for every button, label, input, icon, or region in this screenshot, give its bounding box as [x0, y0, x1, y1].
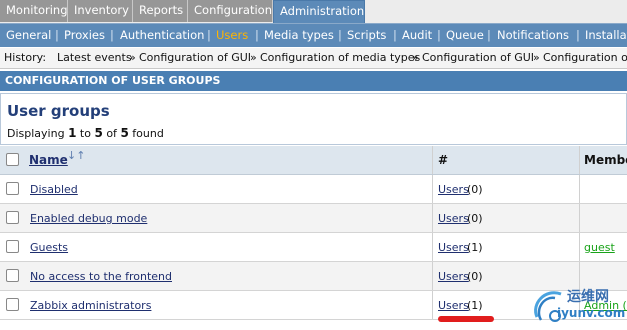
- users-link[interactable]: Users: [438, 299, 469, 312]
- table-row: Guests Users (1) guest: [0, 233, 627, 262]
- submenu-notifications[interactable]: Notifications: [497, 24, 569, 46]
- column-divider: [432, 233, 433, 261]
- watermark-logo: 运维网 iyunv.com: [527, 282, 627, 327]
- submenu-separator: |: [576, 28, 580, 42]
- column-divider: [432, 146, 433, 174]
- column-divider: [432, 291, 433, 319]
- submenu-separator: |: [255, 28, 259, 42]
- submenu-separator: |: [437, 28, 441, 42]
- tab-administration[interactable]: Administration: [273, 0, 365, 23]
- sort-arrows-icon[interactable]: ↓↑: [67, 149, 85, 162]
- submenu-separator: |: [393, 28, 397, 42]
- users-link[interactable]: Users: [438, 212, 469, 225]
- submenu-separator: |: [110, 28, 114, 42]
- group-name-link[interactable]: Enabled debug mode: [30, 212, 147, 225]
- users-link[interactable]: Users: [438, 183, 469, 196]
- list-header: User groups Displaying 1 to 5 of 5 found: [0, 93, 627, 145]
- user-count: (0): [467, 212, 483, 225]
- group-name-link[interactable]: Disabled: [30, 183, 78, 196]
- column-divider: [432, 175, 433, 203]
- user-count: (1): [467, 299, 483, 312]
- users-link[interactable]: Users: [438, 241, 469, 254]
- submenu-separator: |: [338, 28, 342, 42]
- column-divider: [432, 204, 433, 232]
- row-checkbox[interactable]: [6, 298, 19, 311]
- row-checkbox[interactable]: [6, 269, 19, 282]
- section-title: CONFIGURATION OF USER GROUPS: [0, 71, 627, 91]
- sub-menu: General | Proxies | Authentication | Use…: [0, 24, 627, 47]
- submenu-authentication[interactable]: Authentication: [120, 24, 204, 46]
- user-count: (0): [467, 270, 483, 283]
- column-divider: [579, 233, 580, 261]
- page-title: User groups: [7, 102, 110, 120]
- paging-from: 1: [68, 126, 77, 140]
- group-name-link[interactable]: No access to the frontend: [30, 270, 172, 283]
- paging-total: 5: [120, 126, 129, 140]
- tab-configuration[interactable]: Configuration: [188, 0, 273, 22]
- table-row: Enabled debug mode Users (0): [0, 204, 627, 233]
- paging-info: Displaying 1 to 5 of 5 found: [7, 126, 164, 140]
- select-all-checkbox[interactable]: [6, 153, 19, 166]
- tab-inventory[interactable]: Inventory: [68, 0, 133, 22]
- history-separator: »: [250, 51, 257, 64]
- column-divider: [579, 204, 580, 232]
- submenu-audit[interactable]: Audit: [402, 24, 432, 46]
- history-item[interactable]: Configuration of: [543, 48, 627, 68]
- submenu-scripts[interactable]: Scripts: [347, 24, 386, 46]
- submenu-separator: |: [207, 28, 211, 42]
- row-checkbox[interactable]: [6, 182, 19, 195]
- row-checkbox[interactable]: [6, 211, 19, 224]
- table-row: Disabled Users (0): [0, 175, 627, 204]
- history-separator: »: [129, 51, 136, 64]
- column-divider: [579, 175, 580, 203]
- member-link[interactable]: guest: [584, 241, 615, 254]
- paging-to: 5: [94, 126, 103, 140]
- history-separator: »: [533, 51, 540, 64]
- paging-suffix: found: [132, 127, 164, 140]
- main-menu-tabs: Monitoring Inventory Reports Configurati…: [0, 0, 627, 24]
- row-checkbox[interactable]: [6, 240, 19, 253]
- submenu-proxies[interactable]: Proxies: [64, 24, 105, 46]
- user-count: (0): [467, 183, 483, 196]
- watermark-line2: iyunv.com: [557, 306, 626, 320]
- annotation-underline: [438, 316, 494, 322]
- history-item[interactable]: Configuration of GUI: [422, 48, 534, 68]
- submenu-general[interactable]: General: [6, 24, 51, 46]
- watermark-line1: 运维网: [567, 289, 609, 305]
- submenu-queue[interactable]: Queue: [446, 24, 484, 46]
- column-divider: [432, 262, 433, 290]
- submenu-separator: |: [55, 28, 59, 42]
- users-link[interactable]: Users: [438, 270, 469, 283]
- paging-prefix: Displaying: [7, 127, 65, 140]
- submenu-installation[interactable]: Installat: [585, 24, 627, 46]
- history-separator: »: [412, 51, 419, 64]
- history-item[interactable]: Configuration of media types: [260, 48, 420, 68]
- tab-monitoring[interactable]: Monitoring: [0, 0, 68, 22]
- column-header-name[interactable]: Name: [29, 153, 68, 167]
- group-name-link[interactable]: Zabbix administrators: [30, 299, 151, 312]
- paging-to-word: to: [79, 127, 91, 140]
- user-count: (1): [467, 241, 483, 254]
- table-header-row: Name ↓↑ # Membe: [0, 146, 627, 175]
- history-label: History:: [4, 51, 47, 64]
- group-name-link[interactable]: Guests: [30, 241, 68, 254]
- paging-of-word: of: [106, 127, 117, 140]
- column-header-members: Membe: [584, 153, 627, 167]
- tab-reports[interactable]: Reports: [133, 0, 188, 22]
- submenu-users[interactable]: Users: [216, 24, 248, 46]
- submenu-media-types[interactable]: Media types: [264, 24, 334, 46]
- history-item[interactable]: Configuration of GUI: [139, 48, 251, 68]
- submenu-separator: |: [487, 28, 491, 42]
- column-divider: [579, 146, 580, 174]
- column-header-count: #: [438, 153, 449, 167]
- history-bar: History: Latest events » Configuration o…: [0, 48, 627, 69]
- history-item[interactable]: Latest events: [57, 48, 132, 68]
